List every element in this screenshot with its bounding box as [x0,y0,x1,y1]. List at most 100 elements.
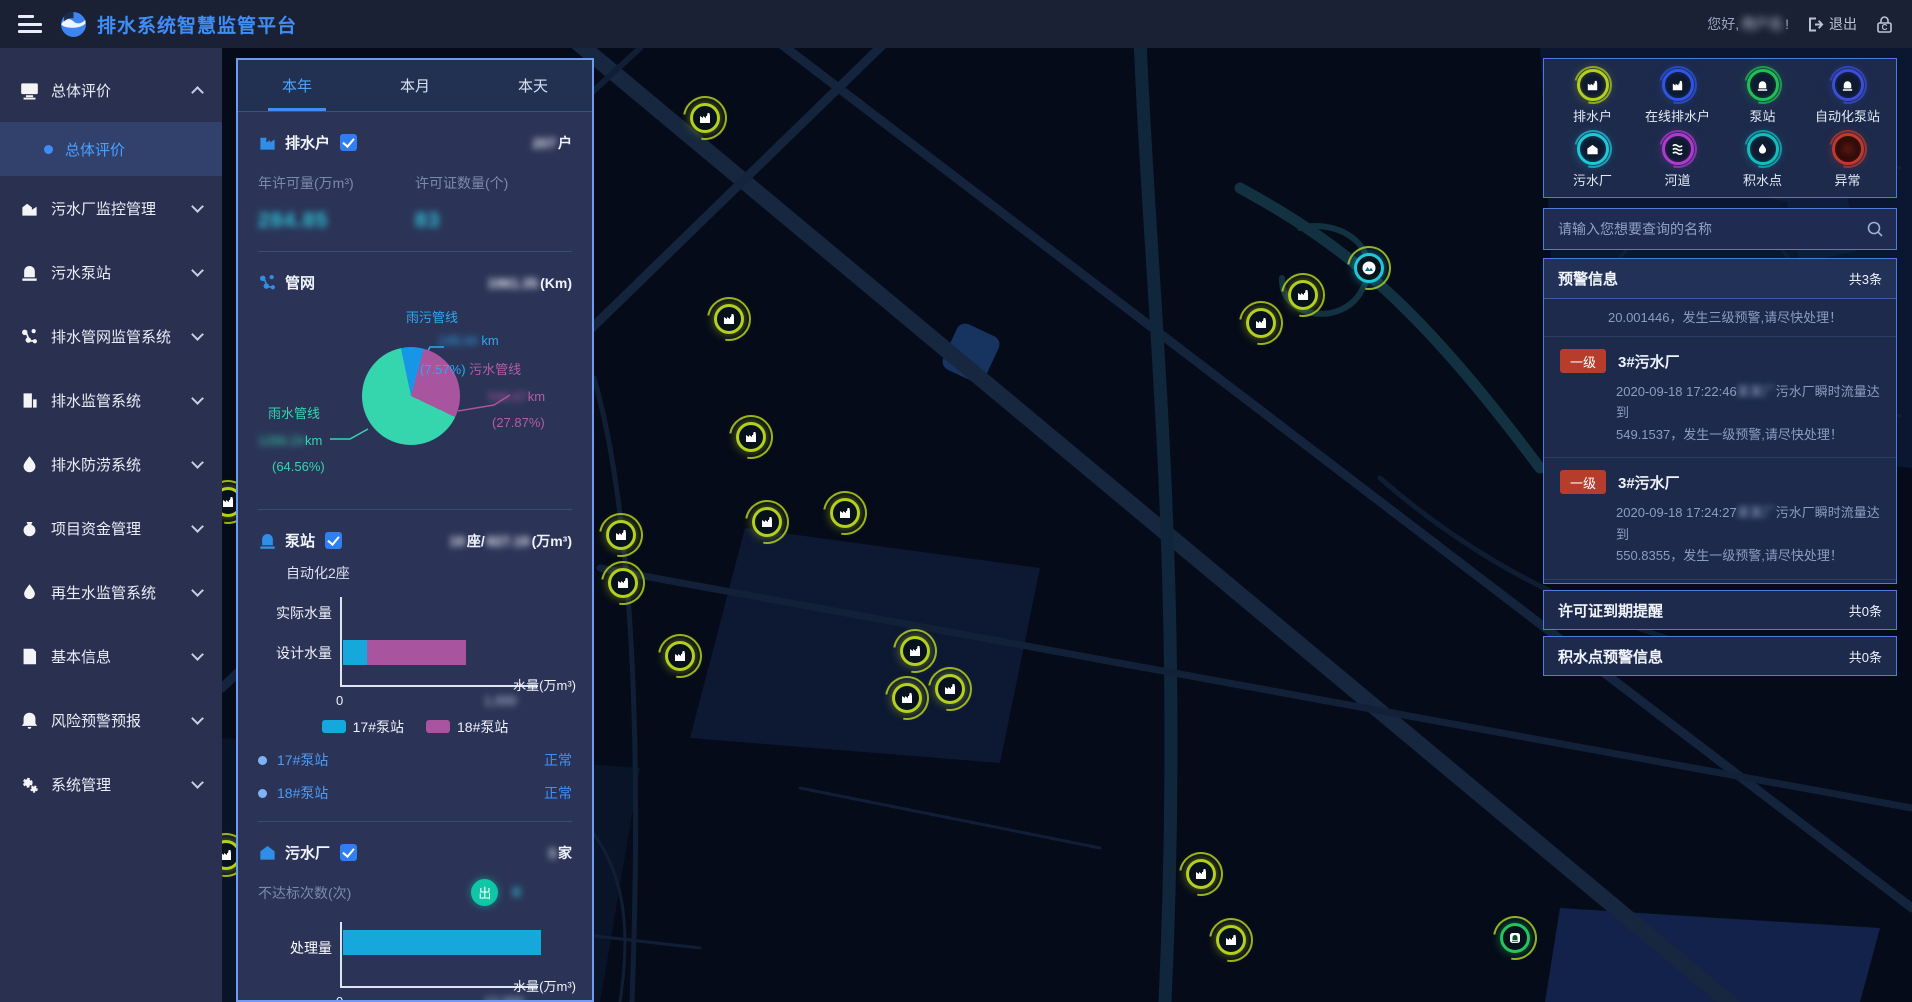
pie-pct: (27.87%) [492,415,545,430]
legend-sewage-plant[interactable]: 污水厂 [1550,133,1635,191]
map-marker-user[interactable] [1244,306,1278,340]
active-bullet-icon [44,145,53,154]
waterlogging-warning-panel[interactable]: 积水点预警信息共0条 [1543,636,1897,676]
substandard-value: 0 [512,884,520,901]
map-marker-user[interactable] [1286,278,1320,312]
sidebar-item-risk-warning[interactable]: 风险预警预报 [0,688,222,752]
pie-value: 148.44 km [438,333,499,348]
sidebar-item-project-fund[interactable]: 项目资金管理 [0,496,222,560]
menu-toggle-icon[interactable] [18,15,42,33]
monitor-icon [20,81,39,100]
sidebar-item-drain-supervise[interactable]: 排水监管系统 [0,368,222,432]
legend-online-drainage-user[interactable]: 在线排水户 [1635,69,1720,127]
map-marker-user[interactable] [604,518,638,552]
chevron-down-icon [191,328,204,341]
drainage-checkbox[interactable] [340,134,357,151]
chevron-down-icon [191,584,204,597]
plant-checkbox[interactable] [340,844,357,861]
document-icon [20,647,39,666]
tab-this-month[interactable]: 本月 [356,60,474,111]
station-status-row[interactable]: 18#泵站正常 [258,783,572,803]
alert-item[interactable]: 三级3#污水厂 2020-09-19 08:49:47某某污水厂COD达到 [1544,580,1896,583]
pie-value: 546.67km [488,389,545,404]
network-icon [20,327,39,346]
map-marker-user[interactable] [933,672,967,706]
map-marker-user[interactable] [688,101,722,135]
map-marker-plant[interactable] [1352,251,1386,285]
alert-item[interactable]: 一级3#污水厂 2020-09-18 17:22:46某某厂污水厂瞬时流量达到5… [1544,337,1896,458]
sidebar-item-overall[interactable]: 总体评价 [0,58,222,122]
chevron-down-icon [191,264,204,277]
map-marker-user[interactable] [828,496,862,530]
station-status-row[interactable]: 17#泵站正常 [258,750,572,770]
map-marker-user[interactable] [606,566,640,600]
user-greeting: 您好,用户名! [1707,14,1789,34]
tab-this-year[interactable]: 本年 [238,60,356,111]
map-marker-user[interactable] [734,420,768,454]
drop-icon [20,455,39,474]
legend-river[interactable]: 河道 [1635,133,1720,191]
drainage-count: 207 [533,135,556,151]
sidebar-item-reclaimed-water[interactable]: 再生水监管系统 [0,560,222,624]
pie-pct: (64.56%) [272,459,325,474]
chevron-down-icon [191,776,204,789]
app-logo-icon [60,11,87,38]
factory-icon [20,199,39,218]
chevron-up-icon [191,86,204,99]
map-search-box [1543,208,1897,250]
map-marker-user[interactable] [1184,857,1218,891]
chevron-down-icon [191,712,204,725]
map-marker-station[interactable] [1498,921,1532,955]
sidebar-item-plant-monitor[interactable]: 污水厂监控管理 [0,176,222,240]
sidebar-nav: 总体评价 总体评价 污水厂监控管理 污水泵站 排水管网监管系统 排水监管系统 排… [0,48,222,1002]
pipeline-total: 1961.35 [488,275,539,291]
sidebar-item-flood-control[interactable]: 排水防涝系统 [0,432,222,496]
license-expiry-panel[interactable]: 许可证到期提醒共0条 [1543,590,1897,630]
chevron-down-icon [191,200,204,213]
sidebar-item-system-settings[interactable]: 系统管理 [0,752,222,816]
chevron-down-icon [191,520,204,533]
tab-today[interactable]: 本天 [474,60,592,111]
pump-legend: 17#泵站 18#泵站 [258,717,572,737]
chevron-down-icon [191,648,204,661]
map-marker-user[interactable] [750,505,784,539]
stats-panel: 本年 本月 本天 排水户 207户 年许可量(万m³)284.85 许可证数量(… [236,58,594,1002]
user-name: 用户名 [1741,14,1783,34]
pump-checkbox[interactable] [325,532,342,549]
legend-auto-pump-station[interactable]: 自动化泵站 [1805,69,1890,127]
sidebar-item-sewage-pump[interactable]: 污水泵站 [0,240,222,304]
search-input[interactable] [1556,220,1866,238]
legend-drainage-user[interactable]: 排水户 [1550,69,1635,127]
alert-item[interactable]: 一级3#污水厂 2020-09-18 17:24:27某某厂污水厂瞬时流量达到5… [1544,458,1896,579]
app-root: 排水系统智慧监管平台 您好,用户名! 退出 C 总体评价 [0,0,1912,1002]
fund-icon [20,519,39,538]
status-badge: 正常 [544,750,572,770]
logout-button[interactable]: 退出 [1807,14,1857,34]
recycle-drop-icon [20,583,39,602]
alert-partial-text[interactable]: 20.001446，发生三级预警,请尽快处理！ [1544,299,1896,337]
legend-waterlogging-point[interactable]: 积水点 [1720,133,1805,191]
warning-info-panel: 预警信息 共3条 20.001446，发生三级预警,请尽快处理！ 一级3#污水厂… [1543,258,1897,584]
warning-list: 20.001446，发生三级预警,请尽快处理！ 一级3#污水厂 2020-09-… [1544,299,1896,583]
map-marker-user[interactable] [890,681,924,715]
pipeline-pie-chart: 雨污管线 148.44 km (7.57%) 污水管线 546.67km (27… [258,307,572,503]
plant-bar-chart: 处理量 0 12,000 水量(万m³) [258,916,572,1002]
sidebar-item-pipeline[interactable]: 排水管网监管系统 [0,304,222,368]
sidebar-subitem-overall[interactable]: 总体评价 [0,122,222,176]
sidebar-item-basic-info[interactable]: 基本信息 [0,624,222,688]
factory-icon [258,133,277,152]
page-title: 排水系统智慧监管平台 [97,11,297,38]
map-marker-user[interactable] [663,639,697,673]
map-marker-user[interactable] [712,302,746,336]
map-marker-user[interactable] [1214,923,1248,957]
legend-pump-station[interactable]: 泵站 [1720,69,1805,127]
map-marker-user[interactable] [898,634,932,668]
legend-anomaly[interactable]: 异常 [1805,133,1890,191]
lock-button[interactable]: C [1875,15,1894,34]
network-icon [258,273,277,292]
pie-pct: (7.57%) 污水管线 [420,359,521,378]
pump-icon [258,531,277,550]
search-icon[interactable] [1866,220,1884,238]
license-count: 共0条 [1849,601,1882,620]
warning-panel-header[interactable]: 预警信息 共3条 [1544,259,1896,299]
